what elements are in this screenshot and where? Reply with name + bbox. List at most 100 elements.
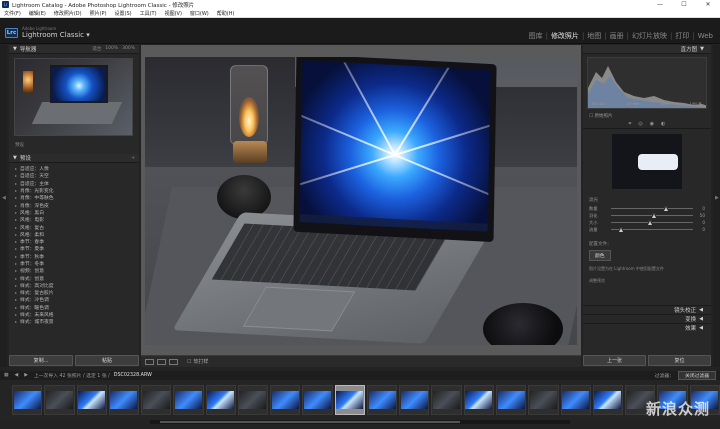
filmstrip-thumbnail[interactable] — [76, 385, 107, 415]
view-compare-icon[interactable] — [157, 358, 166, 365]
preset-item[interactable]: ▸ 样式：城市夜景 — [15, 318, 139, 325]
filmstrip-thumbnail[interactable] — [302, 385, 333, 415]
spot-icon[interactable]: ◎ — [638, 121, 642, 127]
filmstrip-thumbnail[interactable] — [366, 385, 398, 415]
filmstrip-thumbnail[interactable] — [592, 385, 624, 415]
close-button[interactable]: ✕ — [696, 1, 720, 8]
menu-view[interactable]: 视图(V) — [161, 10, 186, 17]
preset-item[interactable]: ▸ 肖像：中等肤色 — [15, 194, 139, 201]
preset-item[interactable]: ▸ 季节：夏季 — [15, 245, 139, 252]
navigator-header[interactable]: ▼ 导航器 适合 100% 300% — [9, 45, 139, 54]
preset-item[interactable]: ▸ 风格：黑白 — [15, 209, 139, 216]
add-preset-icon[interactable]: + — [131, 156, 135, 161]
forward-icon[interactable]: ▶ — [24, 373, 28, 378]
filmstrip-thumbnail[interactable] — [463, 385, 494, 415]
preset-item[interactable]: ▸ 样式：创意 — [15, 274, 139, 282]
preset-item[interactable]: ▸ 自适应：天空 — [15, 172, 139, 179]
slider-flow[interactable]: 流量 0 — [589, 226, 705, 233]
histogram-header[interactable]: 直方图 ▼ — [583, 45, 711, 54]
preset-item[interactable]: ▸ 样式：暖色调 — [15, 304, 139, 311]
filmstrip-thumbnail[interactable] — [270, 385, 301, 415]
filmstrip-thumbnail[interactable] — [237, 385, 269, 415]
menu-edit[interactable]: 编辑(E) — [25, 10, 50, 17]
profile-select[interactable]: 颜色 — [589, 250, 611, 261]
module-develop[interactable]: 修改照片 — [548, 31, 582, 41]
mask-icon[interactable]: ◐ — [661, 121, 665, 127]
reset-button[interactable]: 复位 — [648, 355, 711, 366]
slider-amount[interactable]: 数量 0 — [589, 205, 705, 212]
preset-item[interactable]: ▸ 风格：柔和 — [15, 231, 139, 238]
menu-develop[interactable]: 修改照片(D) — [50, 10, 86, 17]
filmstrip-thumbnail[interactable] — [173, 385, 204, 415]
filmstrip-thumbnail[interactable] — [528, 385, 559, 415]
slider-thumb[interactable] — [664, 206, 669, 211]
preset-item[interactable]: ▸ 风格：电影 — [15, 216, 139, 223]
module-slideshow[interactable]: 幻灯片放映 — [629, 31, 670, 41]
filmstrip-thumbnail[interactable] — [12, 385, 43, 415]
histogram[interactable]: ISO 400 23 mm f/2.8 1/60 秒 — [587, 57, 707, 109]
filmstrip-thumbnail[interactable] — [334, 385, 365, 415]
module-print[interactable]: 打印 — [672, 31, 692, 41]
preset-item[interactable]: ▸ 自适应：主体 — [15, 180, 139, 187]
navigator-preview[interactable] — [14, 58, 133, 136]
minimize-button[interactable]: — — [648, 1, 672, 8]
module-book[interactable]: 画册 — [607, 31, 627, 41]
menu-help[interactable]: 帮助(H) — [213, 10, 239, 17]
preset-item[interactable]: ▸ 样式：复古胶片 — [15, 289, 139, 296]
slider-size[interactable]: 大小 0 — [589, 219, 705, 226]
paste-button[interactable]: 粘贴 — [75, 355, 139, 366]
brand[interactable]: Adobe Lightroom Lightroom Classic ▾ — [22, 27, 90, 39]
preset-item[interactable]: ▸ 肖像：深色皮 — [15, 201, 139, 209]
original-photo-row[interactable]: ☐ 原始照片 — [583, 112, 711, 120]
filmstrip-thumbnail[interactable] — [205, 385, 236, 415]
presets-header[interactable]: ▼ 预设 + — [9, 154, 139, 163]
filmstrip-thumbnail[interactable] — [399, 385, 430, 415]
menu-settings[interactable]: 设置(S) — [111, 10, 136, 17]
soft-proof-checkbox[interactable]: ☐ — [187, 359, 191, 365]
preset-item[interactable]: ▸ 样式：高对比度 — [15, 282, 139, 289]
preset-item[interactable]: ▸ 季节：冬季 — [15, 260, 139, 267]
photo-canvas[interactable] — [141, 45, 581, 355]
filter-select[interactable]: 关闭过滤器 — [678, 371, 716, 380]
module-map[interactable]: 地图 — [584, 31, 604, 41]
module-web[interactable]: Web — [695, 32, 716, 40]
zoom-100[interactable]: 100% — [105, 46, 118, 52]
right-panel-toggle[interactable]: ▶ — [713, 45, 720, 367]
source-info[interactable]: 上一次导入 42 张照片 / 选定 1 张 / — [34, 372, 110, 379]
maximize-button[interactable]: ☐ — [672, 1, 696, 8]
preset-item[interactable]: ▸ 季节：春季 — [15, 238, 139, 245]
section-lens-corrections[interactable]: 镜头校正 ◀ — [583, 305, 711, 314]
left-panel-toggle[interactable]: ◀ — [0, 45, 7, 367]
photo[interactable] — [145, 57, 577, 345]
menu-photo[interactable]: 照片(P) — [86, 10, 111, 17]
section-transform[interactable]: 变换 ◀ — [583, 314, 711, 323]
slider-thumb[interactable] — [652, 213, 656, 218]
filmstrip-thumbnail[interactable] — [108, 385, 140, 415]
menu-file[interactable]: 文件(F) — [0, 10, 25, 17]
grid-icon[interactable]: ▦ — [4, 373, 9, 378]
redeye-icon[interactable]: ◉ — [650, 121, 654, 127]
copy-button[interactable]: 复制... — [9, 355, 73, 366]
view-survey-icon[interactable] — [169, 358, 178, 365]
filmstrip-scrollbar[interactable] — [150, 420, 570, 424]
preset-item[interactable]: ▸ 视频：创意 — [15, 267, 139, 274]
slider-feather[interactable]: 羽化 50 — [589, 212, 705, 219]
preset-item[interactable]: ▸ 风格：复古 — [15, 223, 139, 231]
menu-tools[interactable]: 工具(T) — [136, 10, 161, 17]
view-single-icon[interactable] — [145, 358, 154, 365]
zoom-300[interactable]: 300% — [122, 46, 135, 52]
module-library[interactable]: 图库 — [526, 31, 546, 41]
preset-item[interactable]: ▸ 自适应：人像 — [15, 165, 139, 172]
section-effects[interactable]: 效果 ◀ — [583, 323, 711, 332]
scroll-thumb[interactable] — [160, 421, 460, 423]
slider-thumb[interactable] — [619, 227, 624, 232]
filmstrip-thumbnail[interactable] — [495, 385, 527, 415]
preset-item[interactable]: ▸ 肖像：光影变化 — [15, 187, 139, 194]
filmstrip-thumbnail[interactable] — [141, 385, 172, 415]
filmstrip-thumbnail[interactable] — [431, 385, 462, 415]
filmstrip-thumbnail[interactable] — [560, 385, 591, 415]
zoom-fit[interactable]: 适合 — [92, 46, 101, 52]
preset-item[interactable]: ▸ 样式：冷色调 — [15, 296, 139, 303]
preset-item[interactable]: ▸ 季节：秋季 — [15, 253, 139, 260]
previous-button[interactable]: 上一张 — [583, 355, 646, 366]
